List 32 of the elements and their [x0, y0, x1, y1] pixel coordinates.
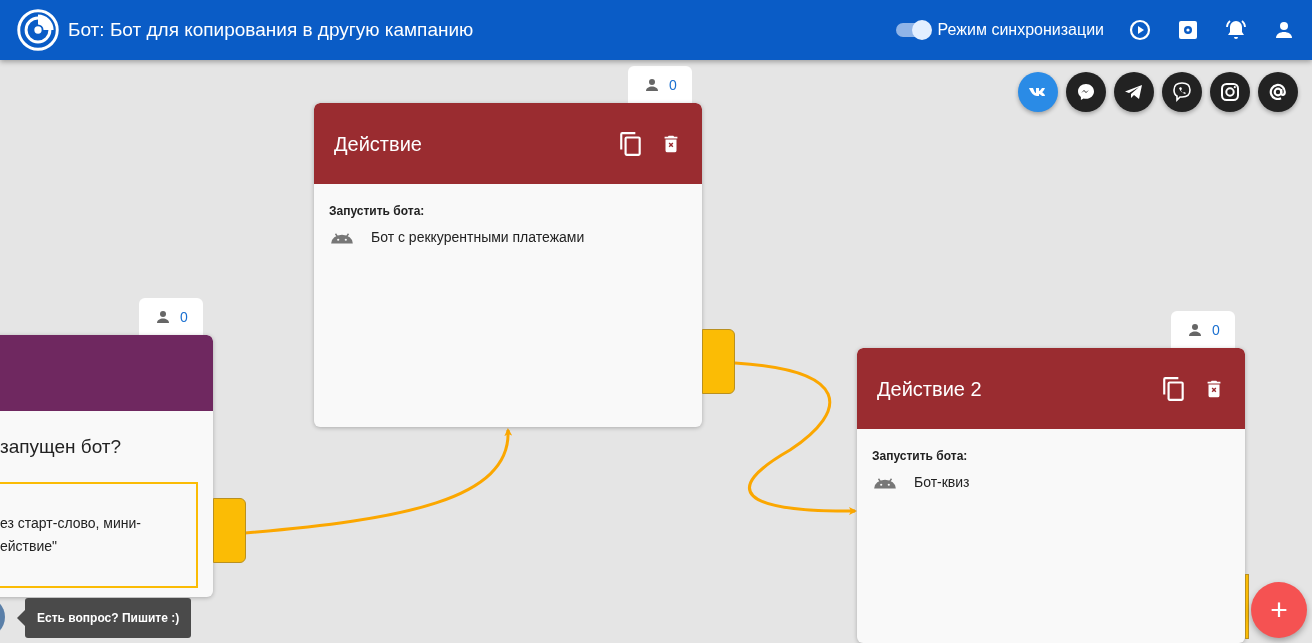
node-title: Действие 2	[877, 376, 982, 402]
field-label: Запустить бота:	[329, 203, 426, 220]
viber-icon	[1170, 80, 1194, 104]
messenger-channel-button[interactable]	[1066, 72, 1106, 112]
copy-icon[interactable]	[618, 130, 644, 157]
tooltip-pointer	[17, 610, 25, 626]
add-button[interactable]: +	[1251, 582, 1307, 638]
instagram-icon	[1218, 80, 1242, 104]
chat-tooltip: Есть вопрос? Пишите :)	[25, 598, 192, 638]
question-text: запущен бот?	[0, 435, 123, 459]
option-text: ействие"	[0, 536, 59, 556]
sync-label: Режим синхронизации	[937, 20, 1104, 40]
play-icon[interactable]	[1128, 18, 1152, 42]
option-text: ез старт-слово, мини-	[0, 513, 142, 533]
settings-icon[interactable]	[1176, 18, 1200, 42]
copy-icon[interactable]	[1161, 375, 1187, 402]
field-label: Запустить бота:	[872, 448, 969, 465]
bell-icon[interactable]	[1224, 18, 1248, 42]
bot-name: Бот с реккурентными платежами	[371, 227, 585, 247]
counter-value: 0	[1212, 320, 1220, 340]
counter-value: 0	[669, 75, 677, 95]
vk-channel-button[interactable]	[1018, 72, 1058, 112]
viber-channel-button[interactable]	[1162, 72, 1202, 112]
telegram-channel-button[interactable]	[1114, 72, 1154, 112]
logo-icon	[16, 8, 60, 52]
sync-toggle[interactable]	[895, 23, 930, 37]
counter-value: 0	[180, 307, 188, 327]
bot-name: Бот-квиз	[914, 472, 970, 492]
page-title: Бот: Бот для копирования в другую кампанию	[68, 17, 474, 42]
node-title: Действие	[334, 131, 422, 157]
instagram-channel-button[interactable]	[1210, 72, 1250, 112]
email-channel-button[interactable]	[1258, 72, 1298, 112]
